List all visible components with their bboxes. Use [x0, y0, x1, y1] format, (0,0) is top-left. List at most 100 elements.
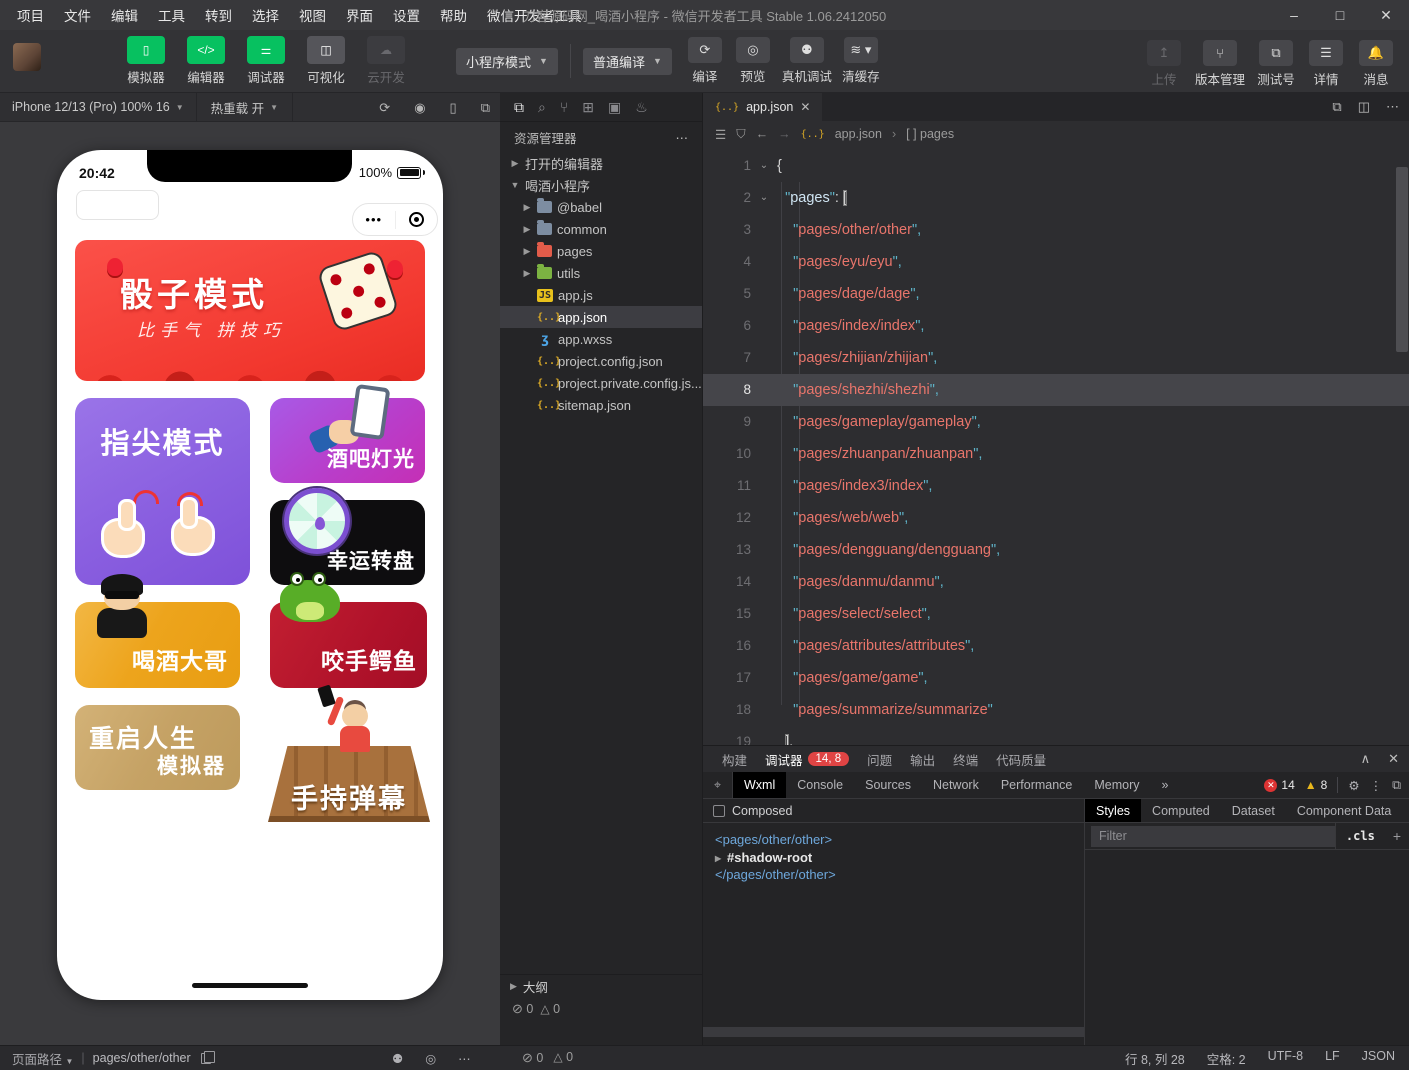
mode-select[interactable]: 小程序模式▼	[456, 48, 558, 75]
file-common[interactable]: ▶common	[500, 218, 702, 240]
menu-编辑[interactable]: 编辑	[102, 2, 147, 28]
mode-button-可视化[interactable]: ◫可视化	[302, 36, 350, 86]
code-line-12[interactable]: 12 "pages/web/web",	[703, 502, 1409, 534]
phone-frame-icon[interactable]: ▯	[450, 100, 457, 116]
file-sitemap.json[interactable]: {..}sitemap.json	[500, 394, 702, 416]
code-line-9[interactable]: 9 "pages/gameplay/gameplay",	[703, 406, 1409, 438]
styles-tab-Computed[interactable]: Computed	[1141, 799, 1221, 822]
collapse-panel-icon[interactable]: ∧	[1361, 751, 1371, 767]
code-line-16[interactable]: 16 "pages/attributes/attributes",	[703, 630, 1409, 662]
status-item[interactable]: 行 8, 列 28	[1125, 1049, 1185, 1068]
tile-bar-lights[interactable]: 酒吧灯光	[270, 398, 425, 483]
devtools-tab-Memory[interactable]: Memory	[1083, 772, 1150, 798]
bookmark-icon[interactable]: ⛉	[736, 127, 745, 142]
code-line-5[interactable]: 5 "pages/dage/dage",	[703, 278, 1409, 310]
tile-dice-mode[interactable]: 骰子模式 比手气 拼技巧	[75, 240, 425, 381]
composed-checkbox[interactable]	[713, 805, 725, 817]
more-dots-icon[interactable]: •••	[353, 212, 395, 227]
devtools-popout-icon[interactable]: ⧉	[1392, 778, 1401, 793]
stop-icon[interactable]: ◉	[414, 100, 425, 116]
git-branch-icon[interactable]: ⑂	[560, 99, 568, 115]
editor-scrollbar[interactable]	[1396, 167, 1408, 352]
action-消息[interactable]: 🔔消息	[1357, 40, 1395, 88]
compile-select[interactable]: 普通编译▼	[583, 48, 672, 75]
cls-toggle[interactable]: .cls	[1335, 823, 1385, 849]
status-item[interactable]: JSON	[1362, 1049, 1395, 1068]
close-tab-icon[interactable]: ✕	[800, 100, 810, 114]
status-item[interactable]: 空格: 2	[1207, 1049, 1246, 1068]
style-filter-input[interactable]	[1091, 826, 1335, 847]
file-app.json[interactable]: {..}app.json	[500, 306, 702, 328]
close-panel-icon[interactable]: ✕	[1388, 751, 1399, 767]
tile-handheld-danmu[interactable]: 手持弹幕	[268, 700, 430, 830]
devtools-tab-Network[interactable]: Network	[922, 772, 990, 798]
vconsole-bug-icon[interactable]: ⚉	[392, 1051, 403, 1066]
tile-drinking-bro[interactable]: 喝酒大哥	[75, 602, 240, 688]
menu-项目[interactable]: 项目	[8, 2, 53, 28]
device-selector[interactable]: iPhone 12/13 (Pro) 100% 16▼	[0, 93, 197, 121]
devtools-settings-icon[interactable]: ⚙	[1348, 778, 1359, 793]
open-changes-icon[interactable]: ⧉	[1332, 99, 1341, 115]
more-actions-icon[interactable]: ⋯	[676, 130, 689, 145]
list-icon[interactable]: ☰	[715, 127, 726, 142]
file-app.wxss[interactable]: ʒapp.wxss	[500, 328, 702, 350]
menu-界面[interactable]: 界面	[337, 2, 382, 28]
mode-button-编辑器[interactable]: </>编辑器	[182, 36, 230, 86]
code-line-2[interactable]: 2⌄ "pages": [	[703, 182, 1409, 214]
code-line-1[interactable]: 1⌄{	[703, 150, 1409, 182]
minimize-button[interactable]: –	[1271, 0, 1317, 30]
npm-icon[interactable]: ▣	[608, 99, 621, 116]
panel-tab-输出[interactable]: 输出	[903, 746, 942, 772]
devtools-kebab-icon[interactable]: ⋮	[1370, 778, 1383, 793]
styles-tab-Component-Data[interactable]: Component Data	[1286, 799, 1403, 822]
status-item[interactable]: LF	[1325, 1049, 1340, 1068]
code-line-15[interactable]: 15 "pages/select/select",	[703, 598, 1409, 630]
editor-more-icon[interactable]: ⋯	[1386, 99, 1399, 115]
wxml-scrollbar[interactable]	[703, 1027, 1084, 1037]
file-pages[interactable]: ▶pages	[500, 240, 702, 262]
status-item[interactable]: UTF-8	[1268, 1049, 1303, 1068]
wxml-tree[interactable]: <pages/other/other> #shadow-root </pages…	[703, 823, 1084, 892]
preview-eye-icon[interactable]: ◎	[425, 1051, 436, 1066]
code-line-14[interactable]: 14 "pages/danmu/danmu",	[703, 566, 1409, 598]
add-style-icon[interactable]: +	[1385, 828, 1409, 844]
code-line-4[interactable]: 4 "pages/eyu/eyu",	[703, 246, 1409, 278]
open-editors-section[interactable]: ▶打开的编辑器	[500, 152, 702, 174]
breadcrumb-node[interactable]: [ ] pages	[906, 127, 954, 141]
search-icon[interactable]: ⌕	[538, 99, 546, 116]
mode-button-模拟器[interactable]: ▯模拟器	[122, 36, 170, 86]
mini-search-box[interactable]	[76, 190, 159, 220]
devtools-tab-Console[interactable]: Console	[786, 772, 854, 798]
mode-button-云开发[interactable]: ☁云开发	[362, 36, 410, 86]
code-line-17[interactable]: 17 "pages/game/game",	[703, 662, 1409, 694]
teapot-icon[interactable]: ♨	[635, 99, 648, 116]
back-icon[interactable]: ←	[756, 127, 769, 141]
devtools-tab-Performance[interactable]: Performance	[990, 772, 1084, 798]
action-版本管理[interactable]: ⑂版本管理	[1195, 40, 1245, 88]
explorer-icon[interactable]: ⧉	[514, 99, 524, 116]
code-line-10[interactable]: 10 "pages/zhuanpan/zhuanpan",	[703, 438, 1409, 470]
menu-帮助[interactable]: 帮助	[431, 2, 476, 28]
action-真机调试[interactable]: ⚉真机调试	[782, 37, 832, 85]
user-avatar[interactable]	[13, 43, 41, 71]
file-project.private.config.js...[interactable]: {..}project.private.config.js...	[500, 372, 702, 394]
menu-选择[interactable]: 选择	[243, 2, 288, 28]
breadcrumb-file[interactable]: app.json	[835, 127, 882, 141]
file-project.config.json[interactable]: {..}project.config.json	[500, 350, 702, 372]
code-line-7[interactable]: 7 "pages/zhijian/zhijian",	[703, 342, 1409, 374]
hot-reload-toggle[interactable]: 热重载 开▼	[197, 93, 293, 121]
panel-tab-终端[interactable]: 终端	[946, 746, 985, 772]
tile-restart-life[interactable]: 重启人生 模拟器	[75, 705, 240, 790]
tile-fingertip-mode[interactable]: 指尖模式	[75, 398, 250, 585]
panel-tab-调试器[interactable]: 调试器14, 8	[758, 746, 856, 772]
capsule-close-icon[interactable]	[396, 212, 438, 227]
outline-section[interactable]: ▶ 大纲	[500, 975, 702, 998]
extensions-icon[interactable]: ⊞	[582, 99, 594, 116]
inspect-element-icon[interactable]: ⌖	[703, 772, 733, 798]
panel-tab-代码质量[interactable]: 代码质量	[989, 746, 1053, 772]
capsule-menu[interactable]: •••	[352, 203, 438, 236]
styles-tab-Dataset[interactable]: Dataset	[1221, 799, 1286, 822]
file-app.js[interactable]: JSapp.js	[500, 284, 702, 306]
menu-文件[interactable]: 文件	[55, 2, 100, 28]
code-line-13[interactable]: 13 "pages/dengguang/dengguang",	[703, 534, 1409, 566]
